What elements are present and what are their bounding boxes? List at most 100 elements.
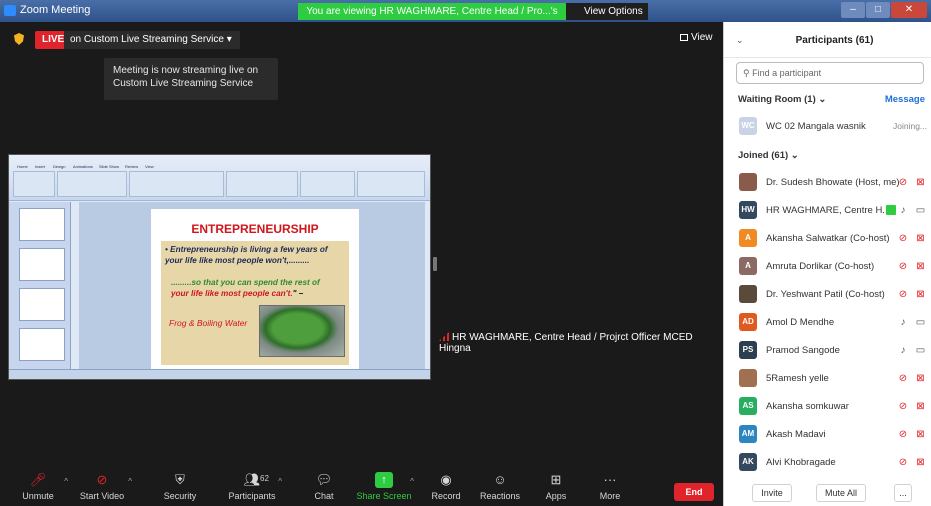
participant-row[interactable]: PS Pramod Sangode ♪ ▭ — [724, 337, 931, 365]
avatar: A — [739, 257, 757, 275]
chat-label: Chat — [314, 491, 334, 501]
start-video-label: Start Video — [79, 491, 125, 501]
participant-row[interactable]: A Akansha Salwatkar (Co-host) ⊘ ⊠ — [724, 225, 931, 253]
participant-name: Dr. Sudesh Bhowate (Host, me) — [766, 177, 900, 188]
video-off-icon[interactable]: ⊠ — [914, 176, 927, 189]
start-video-button[interactable]: ⊘ Start Video ^ — [70, 472, 134, 501]
participants-icon: 👥︎ — [243, 472, 261, 487]
mic-icon[interactable]: ♪ — [897, 344, 909, 357]
mic-muted-icon[interactable]: ⊘ — [897, 456, 909, 469]
avatar — [739, 369, 757, 387]
video-off-icon[interactable]: ⊠ — [914, 232, 927, 245]
meeting-stage: LIVE on Custom Live Streaming Service ▾ … — [0, 22, 723, 462]
close-button[interactable]: ✕ — [891, 2, 927, 18]
participants-panel: ⌄ Participants (61) ⚲ Find a participant… — [723, 22, 931, 506]
search-input[interactable]: ⚲ Find a participant — [736, 62, 924, 84]
search-icon: ⚲ — [743, 68, 753, 78]
participant-row[interactable]: A Amruta Dorlikar (Co-host) ⊘ ⊠ — [724, 253, 931, 281]
slide-text-line2d: " – — [292, 289, 304, 298]
mic-muted-icon[interactable]: ⊘ — [897, 428, 909, 441]
mic-muted-icon[interactable]: ⊘ — [897, 176, 909, 189]
grid-view-icon — [680, 34, 688, 41]
panel-more-button[interactable]: ... — [894, 484, 912, 502]
message-button[interactable]: Message — [885, 94, 925, 105]
avatar: WC — [739, 117, 757, 135]
chevron-up-icon[interactable]: ^ — [128, 477, 132, 486]
participant-name: Alvi Khobragade — [766, 457, 836, 468]
avatar: AK — [739, 453, 757, 471]
chevron-up-icon[interactable]: ^ — [278, 477, 282, 486]
reactions-button[interactable]: ☺ Reactions — [468, 472, 532, 501]
avatar — [739, 285, 757, 303]
sharing-screen-icon — [886, 205, 896, 215]
unmute-button[interactable]: 🎤︎ Unmute ^ — [6, 472, 70, 501]
share-screen-button[interactable]: ↑ Share Screen ^ — [352, 472, 416, 501]
window-controls: – □ ✕ — [840, 2, 927, 19]
waiting-room-header[interactable]: Waiting Room (1) ⌄ — [738, 94, 826, 105]
video-off-icon[interactable]: ⊠ — [914, 456, 927, 469]
zoom-window: Zoom Meeting You are viewing HR WAGHMARE… — [0, 0, 931, 506]
video-icon[interactable]: ▭ — [914, 316, 927, 329]
participants-button[interactable]: 👥︎ 62 Participants ^ — [220, 472, 284, 501]
end-meeting-button[interactable]: End — [674, 483, 714, 501]
mic-icon[interactable]: ♪ — [897, 316, 909, 329]
slide-text-line2c: like most people can't. — [205, 289, 293, 298]
mic-muted-icon[interactable]: ⊘ — [897, 232, 909, 245]
viewing-screen-banner: You are viewing HR WAGHMARE, Centre Head… — [298, 3, 566, 34]
split-handle[interactable] — [433, 257, 437, 271]
waiting-participant-row[interactable]: WC WC 02 Mangala wasnik Joining... — [724, 113, 931, 141]
slide-thumbnails — [9, 202, 71, 370]
participant-row[interactable]: HW HR WAGHMARE, Centre H... ♪ ▭ — [724, 197, 931, 225]
avatar: PS — [739, 341, 757, 359]
invite-button[interactable]: Invite — [752, 484, 792, 502]
video-off-icon[interactable]: ⊠ — [914, 288, 927, 301]
mic-icon[interactable]: ♪ — [897, 204, 909, 217]
video-icon[interactable]: ▭ — [914, 204, 927, 217]
mic-muted-icon[interactable]: ⊘ — [897, 260, 909, 273]
slide-title: ENTREPRENEURSHIP — [191, 222, 319, 236]
video-off-icon[interactable]: ⊠ — [914, 428, 927, 441]
mic-muted-icon[interactable]: ⊘ — [897, 372, 909, 385]
slide-text-line1: • Entrepreneurship is living a few years… — [165, 245, 328, 265]
title-bar: Zoom Meeting You are viewing HR WAGHMARE… — [0, 0, 931, 34]
participant-name: Akansha Salwatkar (Co-host) — [766, 233, 890, 244]
participants-count: 62 — [260, 474, 269, 483]
video-off-icon[interactable]: ⊠ — [914, 260, 927, 273]
video-icon[interactable]: ▭ — [914, 344, 927, 357]
participant-name: Pramod Sangode — [766, 345, 840, 356]
shield-icon[interactable] — [14, 33, 24, 45]
joined-header[interactable]: Joined (61) ⌄ — [738, 150, 799, 161]
more-button[interactable]: ··· More — [578, 472, 642, 501]
video-off-icon: ⊘ — [96, 472, 108, 487]
participant-row[interactable]: AK Alvi Khobragade ⊘ ⊠ — [724, 449, 931, 477]
avatar — [739, 173, 757, 191]
participant-name: Dr. Yeshwant Patil (Co-host) — [766, 289, 885, 300]
participant-row[interactable]: AM Akash Madavi ⊘ ⊠ — [724, 421, 931, 449]
reactions-icon: ☺ — [493, 472, 507, 487]
participant-name: Akash Madavi — [766, 429, 826, 440]
minimize-button[interactable]: – — [841, 2, 865, 18]
video-off-icon[interactable]: ⊠ — [914, 372, 927, 385]
streaming-tooltip: Meeting is now streaming live on Custom … — [104, 58, 278, 100]
participant-name: 5Ramesh yelle — [766, 373, 829, 384]
participant-row[interactable]: AD Amol D Mendhe ♪ ▭ — [724, 309, 931, 337]
view-button[interactable]: View — [680, 32, 713, 43]
live-stream-service-dropdown[interactable]: on Custom Live Streaming Service ▾ — [64, 31, 240, 49]
participant-row[interactable]: AS Akansha somkuwar ⊘ ⊠ — [724, 393, 931, 421]
slide-caption: Frog & Boiling Water — [169, 318, 248, 328]
participant-row[interactable]: Dr. Sudesh Bhowate (Host, me) ⊘ ⊠ — [724, 169, 931, 197]
participant-row[interactable]: Dr. Yeshwant Patil (Co-host) ⊘ ⊠ — [724, 281, 931, 309]
security-button[interactable]: ⛨ Security — [148, 472, 212, 501]
maximize-button[interactable]: □ — [866, 2, 890, 18]
more-icon: ··· — [603, 472, 617, 487]
chevron-up-icon[interactable]: ^ — [64, 477, 68, 486]
mic-muted-icon[interactable]: ⊘ — [897, 400, 909, 413]
slide-text-line2: .........so that you can spend the rest … — [171, 277, 347, 299]
view-options-button[interactable]: View Options ⌄ — [566, 3, 648, 34]
mic-muted-icon[interactable]: ⊘ — [897, 288, 909, 301]
participant-row[interactable]: 5Ramesh yelle ⊘ ⊠ — [724, 365, 931, 393]
mute-all-button[interactable]: Mute All — [816, 484, 866, 502]
apps-icon: ⊞ — [550, 472, 562, 487]
video-off-icon[interactable]: ⊠ — [914, 400, 927, 413]
chat-button[interactable]: 💬︎ Chat — [292, 472, 356, 501]
